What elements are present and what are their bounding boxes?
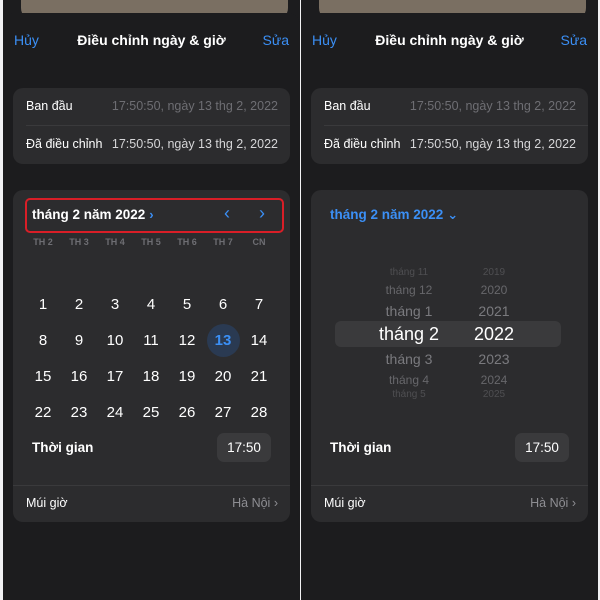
original-value: 17:50:50, ngày 13 thg 2, 2022 — [409, 99, 576, 113]
chevron-right-icon: › — [149, 207, 154, 222]
calendar-day[interactable]: 26 — [169, 398, 205, 428]
calendar-day[interactable]: 27 — [205, 398, 241, 428]
weekday-label: TH 6 — [177, 237, 197, 247]
calendar-day[interactable]: 23 — [61, 398, 97, 428]
adjusted-label: Đã điều chỉnh — [26, 137, 103, 151]
original-row: Ban đầu 17:50:50, ngày 13 thg 2, 2022 — [26, 88, 290, 126]
wheel-year-option[interactable]: 2021 — [471, 303, 517, 319]
calendar-day[interactable]: 4 — [133, 290, 169, 320]
time-button[interactable]: 17:50 — [217, 433, 271, 462]
wheel-month-option[interactable]: tháng 2 — [369, 324, 449, 345]
calendar-card: tháng 2 năm 2022 ⌄ tháng 11 tháng 12 tháng … — [311, 190, 588, 522]
wheel-year-option[interactable]: 2020 — [471, 283, 517, 297]
edit-button[interactable]: Sửa — [263, 32, 290, 48]
timezone-label: Múi giờ — [324, 496, 366, 510]
time-label: Thời gian — [32, 440, 94, 455]
timezone-label: Múi giờ — [26, 496, 68, 510]
weekday-label: CN — [252, 237, 266, 247]
calendar-day[interactable]: 2 — [61, 290, 97, 320]
adjusted-value: 17:50:50, ngày 13 thg 2, 2022 — [409, 137, 576, 151]
wheel-month-option[interactable]: tháng 5 — [369, 389, 449, 400]
calendar-day[interactable]: 14 — [241, 326, 277, 356]
time-button[interactable]: 17:50 — [515, 433, 569, 462]
weekday-label: TH 2 — [33, 237, 53, 247]
wheel-year-option[interactable]: 2025 — [471, 389, 517, 400]
info-card: Ban đầu 17:50:50, ngày 13 thg 2, 2022 Đã… — [311, 88, 588, 164]
calendar-day[interactable]: 11 — [133, 326, 169, 356]
calendar-day[interactable]: 10 — [97, 326, 133, 356]
month-title: tháng 2 năm 2022 — [330, 207, 444, 222]
calendar-day[interactable]: 19 — [169, 362, 205, 392]
calendar-card: tháng 2 năm 2022 › ‹ › TH 2 TH 3 TH 4 TH 5 TH… — [13, 190, 290, 522]
timezone-value[interactable]: Hà Nội › — [530, 496, 576, 510]
month-selector[interactable]: tháng 2 năm 2022 ⌄ — [330, 207, 458, 223]
original-value: 17:50:50, ngày 13 thg 2, 2022 — [111, 99, 278, 113]
calendar-day[interactable]: 3 — [97, 290, 133, 320]
adjusted-value: 17:50:50, ngày 13 thg 2, 2022 — [111, 137, 278, 151]
wheel-year-option[interactable]: 2023 — [471, 351, 517, 367]
calendar-day[interactable]: 24 — [97, 398, 133, 428]
calendar-day[interactable]: 7 — [241, 290, 277, 320]
info-card: Ban đầu 17:50:50, ngày 13 thg 2, 2022 Đã… — [13, 88, 290, 164]
month-selector[interactable]: tháng 2 năm 2022 › — [32, 207, 154, 222]
timezone-name: Hà Nội — [232, 496, 271, 510]
calendar-day[interactable]: 9 — [61, 326, 97, 356]
wheel-year-option[interactable]: 2022 — [471, 324, 517, 345]
calendar-day[interactable]: 17 — [97, 362, 133, 392]
nav-bar: Hủy Điều chỉnh ngày & giờ Sửa — [301, 30, 598, 52]
divider — [311, 485, 588, 486]
chevron-down-icon: ⌄ — [447, 207, 459, 222]
next-month-arrow-icon[interactable]: › — [259, 203, 265, 224]
original-label: Ban đầu — [324, 99, 371, 113]
calendar-day[interactable]: 1 — [25, 290, 61, 320]
weekday-label: TH 7 — [213, 237, 233, 247]
calendar-day[interactable]: 12 — [169, 326, 205, 356]
wheel-month-option[interactable]: tháng 1 — [369, 303, 449, 319]
left-screen: Hủy Điều chỉnh ngày & giờ Sửa Ban đầu 17… — [3, 0, 300, 600]
timezone-name: Hà Nội — [530, 496, 569, 510]
wheel-year-option[interactable]: 2024 — [471, 373, 517, 387]
divider — [13, 485, 290, 486]
day-grid: 1 2 3 4 5 6 7 8 9 10 11 12 13 14 15 16 17 18 19 20 21 22 23 24 2… — [25, 254, 282, 434]
calendar-day[interactable]: 8 — [25, 326, 61, 356]
page-title: Điều chỉnh ngày & giờ — [375, 32, 524, 48]
adjusted-row: Đã điều chỉnh 17:50:50, ngày 13 thg 2, 2… — [324, 126, 576, 164]
calendar-day[interactable]: 6 — [205, 290, 241, 320]
wheel-month-option[interactable]: tháng 3 — [369, 351, 449, 367]
edit-button[interactable]: Sửa — [561, 32, 588, 48]
calendar-day[interactable]: 15 — [25, 362, 61, 392]
calendar-day[interactable]: 25 — [133, 398, 169, 428]
nav-bar: Hủy Điều chỉnh ngày & giờ Sửa — [3, 30, 300, 52]
weekday-label: TH 5 — [141, 237, 161, 247]
chevron-right-icon: › — [571, 496, 576, 510]
wheel-month-option[interactable]: tháng 12 — [369, 283, 449, 297]
chevron-right-icon: › — [273, 496, 278, 510]
weekday-label: TH 4 — [105, 237, 125, 247]
calendar-day[interactable]: 21 — [241, 362, 277, 392]
calendar-day[interactable]: 13 — [205, 324, 241, 357]
adjusted-label: Đã điều chỉnh — [324, 137, 401, 151]
adjusted-row: Đã điều chỉnh 17:50:50, ngày 13 thg 2, 2… — [26, 126, 278, 164]
calendar-day[interactable]: 16 — [61, 362, 97, 392]
weekday-header: TH 2 TH 3 TH 4 TH 5 TH 6 TH 7 CN — [25, 237, 282, 251]
wheel-month-option[interactable]: tháng 4 — [369, 373, 449, 387]
month-title: tháng 2 năm 2022 — [32, 207, 146, 222]
calendar-day[interactable]: 22 — [25, 398, 61, 428]
wheel-year-option[interactable]: 2019 — [471, 267, 517, 278]
weekday-label: TH 3 — [69, 237, 89, 247]
calendar-day[interactable]: 20 — [205, 362, 241, 392]
time-label: Thời gian — [330, 440, 392, 455]
page-title: Điều chỉnh ngày & giờ — [77, 32, 226, 48]
original-label: Ban đầu — [26, 99, 73, 113]
original-row: Ban đầu 17:50:50, ngày 13 thg 2, 2022 — [324, 88, 588, 126]
right-screen: Hủy Điều chỉnh ngày & giờ Sửa Ban đầu 17… — [301, 0, 598, 600]
calendar-day[interactable]: 5 — [169, 290, 205, 320]
calendar-day[interactable]: 18 — [133, 362, 169, 392]
prev-month-arrow-icon[interactable]: ‹ — [224, 203, 230, 224]
calendar-day[interactable]: 28 — [241, 398, 277, 428]
timezone-value[interactable]: Hà Nội › — [232, 496, 278, 510]
wheel-month-option[interactable]: tháng 11 — [369, 267, 449, 278]
